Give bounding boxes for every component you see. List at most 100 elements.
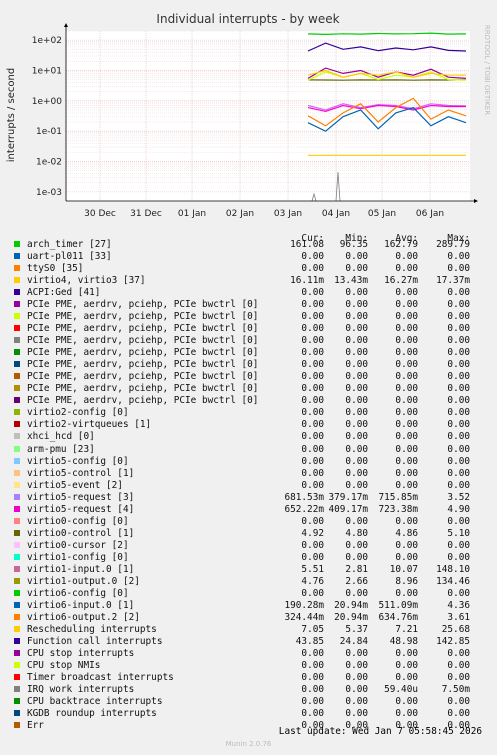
legend-label: virtio6-output.2 [2]: [27, 611, 140, 623]
legend-swatch: [14, 577, 20, 584]
legend-avg: 0.00: [395, 263, 418, 275]
legend-max: 289.79: [436, 239, 470, 250]
legend-swatch: [14, 698, 20, 705]
legend-avg: 0.00: [395, 551, 418, 563]
legend-swatch: [14, 265, 20, 272]
legend-swatch: [14, 421, 20, 428]
legend-avg: 634.76m: [378, 611, 418, 623]
legend-max: 0.00: [447, 708, 470, 720]
legend-row: CPU stop NMIs 0.00 0.00 0.00 0.00: [0, 660, 497, 672]
legend-swatch: [14, 373, 20, 380]
legend-label: virtio1-config [0]: [27, 551, 129, 563]
legend-max: 0.00: [447, 672, 470, 684]
legend-avg: 0.00: [395, 335, 418, 347]
x-tick-label: 02 Jan: [226, 209, 254, 219]
legend-row: ttyS0 [35] 0.00 0.00 0.00 0.00: [0, 263, 497, 275]
y-tick-label: 1e-03: [36, 188, 62, 198]
x-tick-label: 01 Jan: [178, 209, 206, 219]
legend-swatch: [14, 289, 20, 296]
legend-max: 0.00: [447, 539, 470, 551]
legend-max: 0.00: [447, 587, 470, 599]
legend-max: 0.00: [447, 359, 470, 371]
legend-label: virtio2-virtqueues [1]: [27, 419, 152, 431]
legend-row: PCIe PME, aerdrv, pciehp, PCIe bwctrl [0…: [0, 323, 497, 335]
legend-row: virtio0-cursor [2] 0.00 0.00 0.00 0.00: [0, 540, 497, 552]
legend-max: 0.00: [447, 467, 470, 479]
legend-max: 4.36: [447, 599, 470, 611]
legend-label: PCIe PME, aerdrv, pciehp, PCIe bwctrl [0…: [27, 335, 259, 347]
legend-avg: 0.00: [395, 539, 418, 551]
legend-row: virtio1-input.0 [1] 5.51 2.81 10.07 148.10: [0, 564, 497, 576]
legend-label: arch_timer [27]: [27, 239, 112, 250]
legend-max: 17.37m: [436, 275, 470, 287]
last-update: Last update: Wed Jan 7 05:58:45 2026: [278, 726, 482, 737]
legend-avg: 0.00: [395, 587, 418, 599]
legend-swatch: [14, 337, 20, 344]
rrdtool-credit: RRDTOOL / TOBI OETIKER: [483, 25, 491, 115]
legend-avg: 715.85m: [378, 491, 418, 503]
legend-swatch: [14, 469, 20, 476]
legend-swatch: [14, 361, 20, 368]
legend-label: virtio0-control [1]: [27, 527, 135, 539]
legend-max: 0.00: [447, 335, 470, 347]
legend-label: virtio5-request [3]: [27, 491, 135, 503]
legend-row: PCIe PME, aerdrv, pciehp, PCIe bwctrl [0…: [0, 359, 497, 371]
legend-avg: 0.00: [395, 287, 418, 299]
legend-swatch: [14, 650, 20, 657]
legend-label: virtio1-input.0 [1]: [27, 563, 135, 575]
legend-max: 0.00: [447, 515, 470, 527]
legend-row: virtio6-input.0 [1] 190.28m 20.94m 511.09m 4…: [0, 600, 497, 612]
legend-swatch: [14, 301, 20, 308]
legend-swatch: [14, 241, 20, 247]
legend-row: PCIe PME, aerdrv, pciehp, PCIe bwctrl [0…: [0, 311, 497, 323]
legend-row: virtio6-output.2 [2] 324.44m 20.94m 634.76m…: [0, 612, 497, 624]
legend-label: virtio1-output.0 [2]: [27, 575, 140, 587]
legend-max: 142.85: [436, 635, 470, 647]
legend-max: 0.00: [447, 383, 470, 395]
legend-avg: 0.00: [395, 515, 418, 527]
legend-swatch: [14, 686, 20, 693]
legend-swatch: [14, 613, 20, 620]
legend-max: 25.68: [441, 623, 470, 635]
legend-max: 0.00: [447, 660, 470, 672]
legend-max: 0.00: [447, 407, 470, 419]
legend-max: 0.00: [447, 395, 470, 407]
legend-row: virtio2-virtqueues [1] 0.00 0.00 0.00 0.00: [0, 419, 497, 431]
legend-swatch: [14, 493, 20, 500]
legend-max: 0.00: [447, 443, 470, 455]
legend-label: virtio5-event [2]: [27, 479, 123, 491]
legend-swatch: [14, 409, 20, 416]
legend-swatch: [14, 505, 20, 512]
legend-max: 0.00: [447, 251, 470, 263]
legend-label: virtio5-config [0]: [27, 455, 129, 467]
legend-avg: 511.09m: [378, 599, 418, 611]
legend-label: IRQ work interrupts: [27, 684, 135, 696]
legend-avg: 0.00: [395, 696, 418, 708]
legend-max: 0.00: [447, 479, 470, 491]
legend-row: virtio2-config [0] 0.00 0.00 0.00 0.00: [0, 407, 497, 419]
x-tick-label: 04 Jan: [322, 209, 350, 219]
legend-avg: 723.38m: [378, 503, 418, 515]
legend-label: xhci_hcd [0]: [27, 431, 95, 443]
legend-row: PCIe PME, aerdrv, pciehp, PCIe bwctrl [0…: [0, 395, 497, 407]
legend-label: CPU backtrace interrupts: [27, 696, 163, 708]
legend-swatch: [14, 385, 20, 392]
legend-label: CPU stop NMIs: [27, 660, 101, 672]
legend-label: PCIe PME, aerdrv, pciehp, PCIe bwctrl [0…: [27, 383, 259, 395]
legend-avg: 0.00: [395, 359, 418, 371]
legend-swatch: [14, 325, 20, 332]
legend-swatch: [14, 457, 20, 464]
legend-label: virtio0-config [0]: [27, 515, 129, 527]
legend-row: PCIe PME, aerdrv, pciehp, PCIe bwctrl [0…: [0, 299, 497, 311]
legend-label: KGDB roundup interrupts: [27, 708, 157, 720]
legend-swatch: [14, 445, 20, 452]
y-tick-label: 1e+01: [32, 66, 62, 76]
legend-row: Rescheduling interrupts 7.05 5.37 7.21 25.68: [0, 624, 497, 636]
legend-max: 0.00: [447, 431, 470, 443]
legend-label: arm-pmu [23]: [27, 443, 95, 455]
legend-row: virtio5-request [4] 652.22m 409.17m 723.38m…: [0, 504, 497, 516]
legend-row: virtio0-config [0] 0.00 0.00 0.00 0.00: [0, 516, 497, 528]
legend-label: PCIe PME, aerdrv, pciehp, PCIe bwctrl [0…: [27, 371, 259, 383]
legend-swatch: [14, 674, 20, 681]
legend-avg: 0.00: [395, 455, 418, 467]
